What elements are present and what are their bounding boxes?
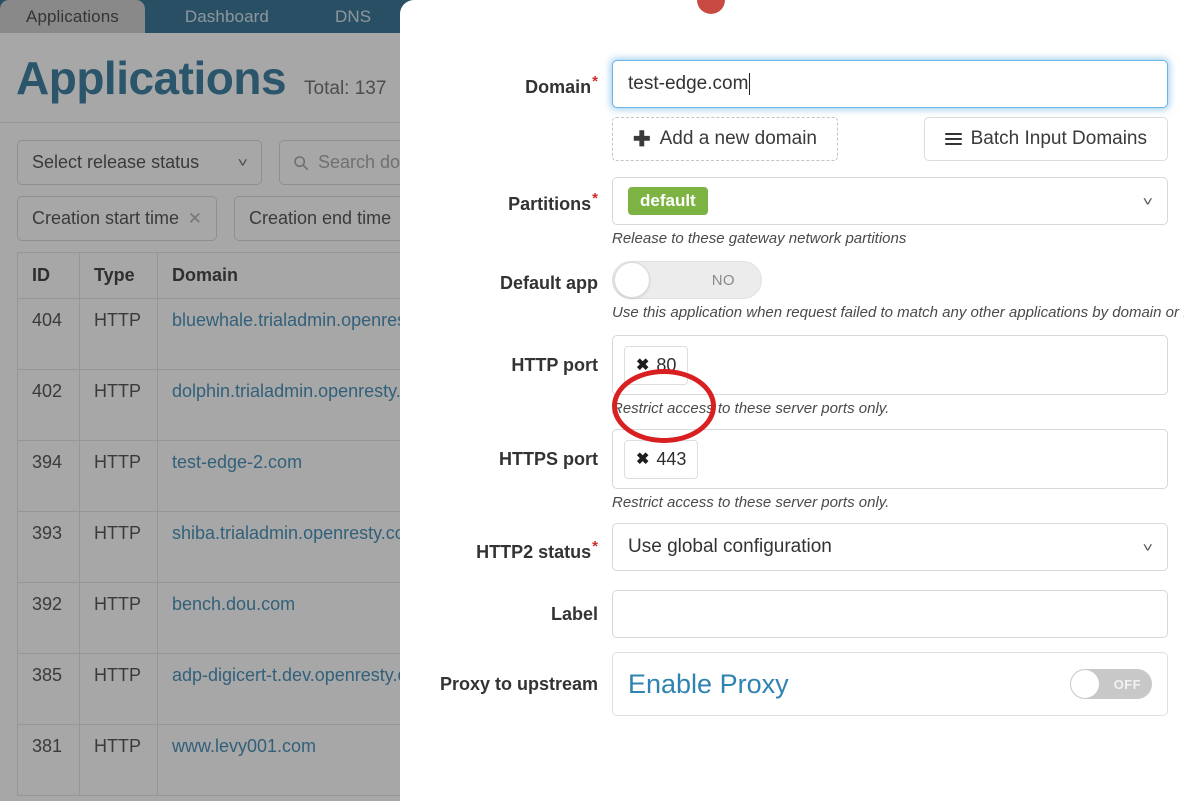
proxy-upstream-label: Proxy to upstream bbox=[400, 652, 612, 716]
http-port-control: ✖ 80 Restrict access to these server por… bbox=[612, 335, 1184, 417]
label-field-label-text: Label bbox=[550, 604, 598, 624]
application-edit-modal: Domain* test-edge.com ✚ Add a new domain… bbox=[400, 0, 1184, 801]
form-row-default-app: Default app NO Use this application when… bbox=[400, 261, 1184, 321]
default-app-hint: Use this application when request failed… bbox=[612, 304, 1184, 321]
proxy-upstream-control: Enable Proxy OFF bbox=[612, 652, 1184, 716]
enable-proxy-link[interactable]: Enable Proxy bbox=[628, 669, 789, 700]
http2-status-select[interactable]: Use global configuration ˅ bbox=[612, 523, 1168, 571]
batch-input-domains-button[interactable]: Batch Input Domains bbox=[923, 117, 1168, 161]
http2-status-control: Use global configuration ˅ bbox=[612, 523, 1184, 571]
default-app-toggle[interactable]: NO bbox=[612, 261, 762, 299]
chevron-down-icon: ˅ bbox=[1143, 193, 1154, 209]
enable-proxy-toggle-state: OFF bbox=[1113, 676, 1141, 692]
proxy-upstream-panel: Enable Proxy OFF bbox=[612, 652, 1168, 716]
required-marker: * bbox=[592, 538, 598, 555]
enable-proxy-toggle[interactable]: OFF bbox=[1070, 669, 1152, 699]
default-app-label: Default app bbox=[400, 261, 612, 305]
remove-icon[interactable]: ✖ bbox=[636, 449, 649, 469]
proxy-upstream-label-text: Proxy to upstream bbox=[439, 674, 598, 694]
form-row-https-port: HTTPS port ✖ 443 Restrict access to thes… bbox=[400, 429, 1184, 511]
form-row-http-port: HTTP port ✖ 80 Restrict access to these … bbox=[400, 335, 1184, 417]
http2-status-value: Use global configuration bbox=[628, 536, 832, 557]
https-port-control: ✖ 443 Restrict access to these server po… bbox=[612, 429, 1184, 511]
https-port-tag-value: 443 bbox=[656, 448, 687, 469]
label-input[interactable] bbox=[612, 590, 1168, 638]
partitions-control: default ˅ Release to these gateway netwo… bbox=[612, 177, 1184, 247]
http-port-tag-value: 80 bbox=[656, 354, 677, 375]
partition-tag-default[interactable]: default bbox=[628, 187, 708, 215]
default-app-control: NO Use this application when request fai… bbox=[612, 261, 1184, 321]
partitions-hint: Release to these gateway network partiti… bbox=[612, 230, 907, 247]
required-marker: * bbox=[592, 73, 598, 90]
form-row-label: Label bbox=[400, 590, 1184, 638]
form-row-partitions: Partitions* default ˅ Release to these g… bbox=[400, 177, 1184, 247]
form-row-proxy-upstream: Proxy to upstream Enable Proxy OFF bbox=[400, 652, 1184, 716]
remove-icon[interactable]: ✖ bbox=[636, 355, 649, 375]
form-row-domain: Domain* test-edge.com ✚ Add a new domain… bbox=[400, 60, 1184, 161]
required-marker: * bbox=[592, 190, 598, 207]
domain-buttons: ✚ Add a new domain Batch Input Domains bbox=[612, 117, 1168, 161]
http-port-label-text: HTTP port bbox=[511, 355, 598, 375]
hamburger-icon bbox=[944, 133, 962, 145]
text-cursor bbox=[749, 73, 751, 95]
domain-label: Domain* bbox=[400, 60, 612, 109]
default-app-toggle-state: NO bbox=[711, 271, 735, 289]
partitions-label: Partitions* bbox=[400, 177, 612, 226]
label-field-label: Label bbox=[400, 590, 612, 638]
toggle-knob bbox=[1071, 670, 1099, 698]
http-port-input[interactable]: ✖ 80 bbox=[612, 335, 1168, 395]
form-row-http2-status: HTTP2 status* Use global configuration ˅ bbox=[400, 523, 1184, 576]
toggle-knob bbox=[614, 262, 650, 298]
chevron-down-icon: ˅ bbox=[1143, 539, 1154, 555]
https-port-label-text: HTTPS port bbox=[499, 449, 598, 469]
https-port-tag[interactable]: ✖ 443 bbox=[624, 439, 699, 479]
domain-label-text: Domain bbox=[525, 77, 592, 97]
default-app-label-text: Default app bbox=[499, 273, 598, 293]
http-port-hint: Restrict access to these server ports on… bbox=[612, 400, 890, 417]
domain-control: test-edge.com ✚ Add a new domain Batch I… bbox=[612, 60, 1184, 161]
application-form: Domain* test-edge.com ✚ Add a new domain… bbox=[400, 0, 1184, 716]
batch-input-domains-label: Batch Input Domains bbox=[970, 128, 1147, 149]
label-field-control bbox=[612, 590, 1184, 638]
https-port-hint: Restrict access to these server ports on… bbox=[612, 494, 890, 511]
plus-icon: ✚ bbox=[633, 127, 651, 151]
partitions-select[interactable]: default ˅ bbox=[612, 177, 1168, 225]
http2-status-label: HTTP2 status* bbox=[400, 523, 612, 576]
https-port-input[interactable]: ✖ 443 bbox=[612, 429, 1168, 489]
http-port-label: HTTP port bbox=[400, 335, 612, 395]
http2-status-label-text: HTTP2 status bbox=[476, 542, 592, 562]
add-new-domain-label: Add a new domain bbox=[659, 128, 817, 149]
partitions-label-text: Partitions bbox=[508, 194, 592, 214]
domain-input[interactable]: test-edge.com bbox=[612, 60, 1168, 108]
add-new-domain-button[interactable]: ✚ Add a new domain bbox=[612, 117, 838, 161]
domain-input-value: test-edge.com bbox=[628, 73, 749, 94]
https-port-label: HTTPS port bbox=[400, 429, 612, 489]
http-port-tag[interactable]: ✖ 80 bbox=[624, 345, 689, 385]
